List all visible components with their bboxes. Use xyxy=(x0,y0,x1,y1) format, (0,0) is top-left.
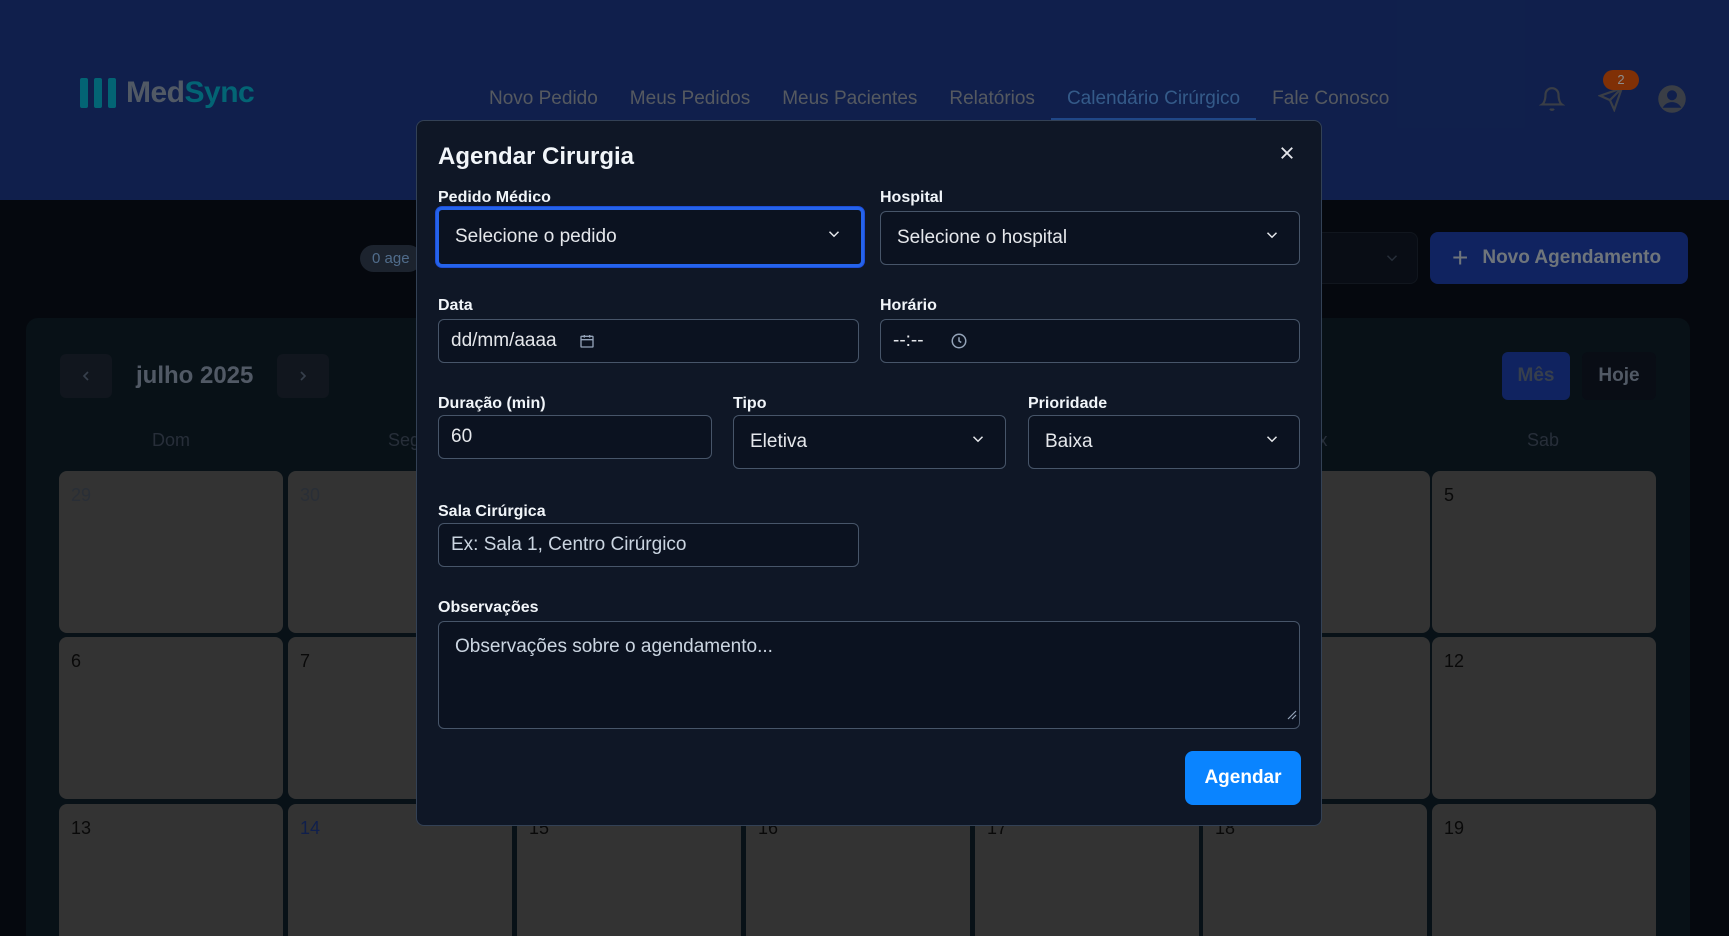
pedido-medico-label: Pedido Médico xyxy=(438,189,551,206)
schedule-surgery-dialog: Agendar Cirurgia Pedido Médico Selecione… xyxy=(416,120,1322,826)
tipo-value: Eletiva xyxy=(750,431,808,452)
close-icon xyxy=(1281,147,1293,159)
chevron-down-icon xyxy=(1263,430,1281,454)
tipo-select[interactable]: Eletiva xyxy=(733,415,1006,469)
observacoes-textarea[interactable]: Observações sobre o agendamento... xyxy=(438,621,1300,729)
chevron-down-icon xyxy=(825,225,843,249)
close-button[interactable] xyxy=(1275,141,1299,165)
duracao-label: Duração (min) xyxy=(438,395,546,412)
agendar-button[interactable]: Agendar xyxy=(1185,751,1301,805)
hospital-value: Selecione o hospital xyxy=(897,227,1068,248)
clock-icon[interactable] xyxy=(950,332,968,350)
tipo-label: Tipo xyxy=(733,395,767,412)
date-value: dd/mm/aaaa xyxy=(451,330,557,351)
resize-handle-icon[interactable] xyxy=(1287,704,1297,726)
dialog-title: Agendar Cirurgia xyxy=(438,143,635,170)
pedido-medico-value: Selecione o pedido xyxy=(455,226,617,247)
prioridade-select[interactable]: Baixa xyxy=(1028,415,1300,469)
time-value: --:-- xyxy=(893,330,924,351)
hospital-select[interactable]: Selecione o hospital xyxy=(880,211,1300,265)
observacoes-label: Observações xyxy=(438,599,539,616)
prioridade-label: Prioridade xyxy=(1028,395,1108,412)
sala-cirurgica-input[interactable]: Ex: Sala 1, Centro Cirúrgico xyxy=(438,523,859,567)
data-label: Data xyxy=(438,297,473,314)
observacoes-placeholder: Observações sobre o agendamento... xyxy=(455,636,773,657)
chevron-down-icon xyxy=(1263,226,1281,250)
horario-label: Horário xyxy=(880,297,937,314)
date-input[interactable]: dd/mm/aaaa xyxy=(438,319,859,363)
pedido-medico-select[interactable]: Selecione o pedido xyxy=(436,207,864,267)
time-input[interactable]: --:-- xyxy=(880,319,1300,363)
sala-cirurgica-placeholder: Ex: Sala 1, Centro Cirúrgico xyxy=(451,534,687,555)
calendar-icon[interactable] xyxy=(579,333,595,349)
duration-input[interactable]: 60 xyxy=(438,415,712,459)
sala-cirurgica-label: Sala Cirúrgica xyxy=(438,503,546,520)
chevron-down-icon xyxy=(969,430,987,454)
prioridade-value: Baixa xyxy=(1045,431,1093,452)
duration-value: 60 xyxy=(451,426,473,447)
hospital-label: Hospital xyxy=(880,189,944,206)
